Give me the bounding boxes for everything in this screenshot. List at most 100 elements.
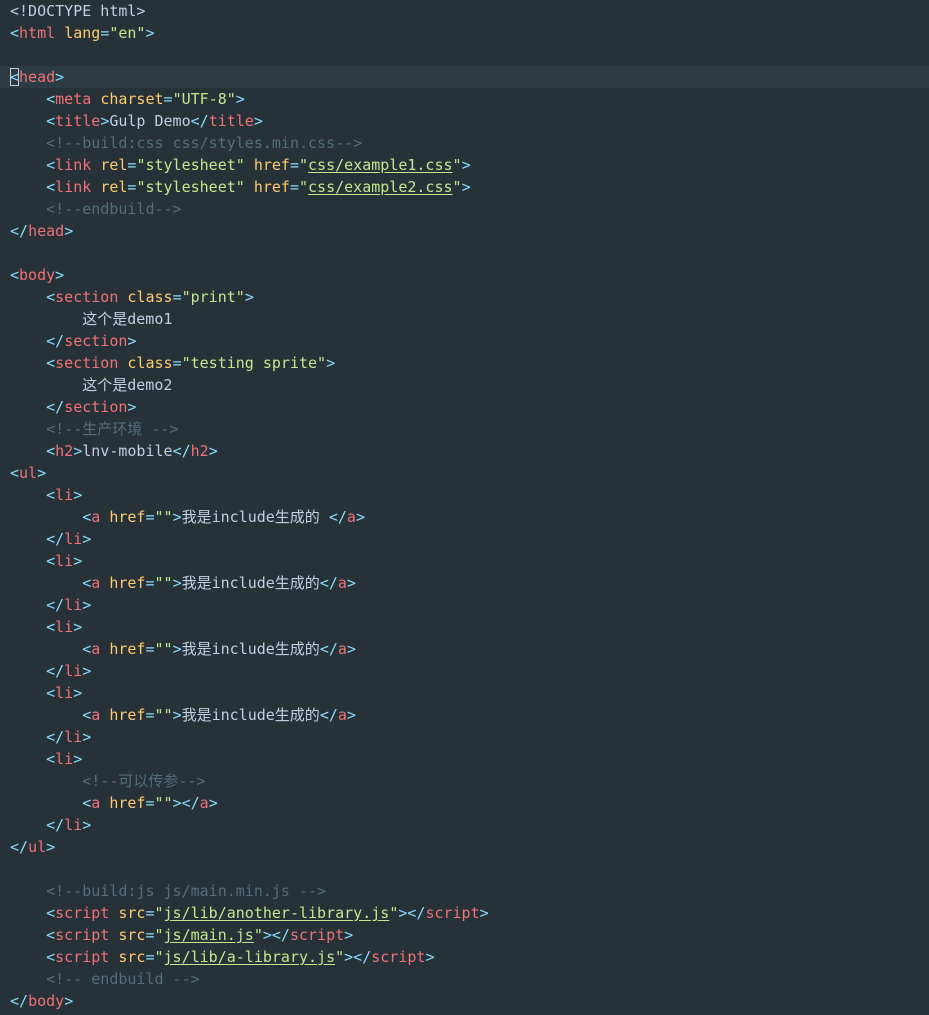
- code-line[interactable]: <!--endbuild-->: [0, 198, 929, 220]
- code-tag-name: li: [55, 618, 74, 636]
- code-line[interactable]: <a href="">我是include生成的 </a>: [0, 506, 929, 528]
- code-tag-name: script: [55, 948, 110, 966]
- code-attribute-name: class: [127, 354, 173, 372]
- code-punctuation: </: [46, 332, 65, 350]
- code-line[interactable]: <h2>lnv-mobile</h2>: [0, 440, 929, 462]
- code-line[interactable]: </li>: [0, 726, 929, 748]
- code-line[interactable]: </section>: [0, 330, 929, 352]
- code-line[interactable]: <li>: [0, 748, 929, 770]
- code-line-current[interactable]: <head>: [0, 66, 929, 88]
- code-punctuation: <: [46, 288, 56, 306]
- code-punctuation: >: [208, 442, 218, 460]
- code-line[interactable]: [0, 858, 929, 880]
- code-line[interactable]: <script src="js/lib/a-library.js"></scri…: [0, 946, 929, 968]
- code-tag-name: section: [64, 332, 128, 350]
- code-line[interactable]: <!--可以传参-->: [0, 770, 929, 792]
- code-punctuation: >: [37, 464, 47, 482]
- code-punctuation: <: [82, 574, 92, 592]
- code-line[interactable]: <a href="">我是include生成的</a>: [0, 638, 929, 660]
- code-line[interactable]: <li>: [0, 616, 929, 638]
- code-line[interactable]: 这个是demo2: [0, 374, 929, 396]
- code-string: ": [335, 948, 345, 966]
- code-punctuation: >: [346, 706, 356, 724]
- code-comment: <!-- endbuild -->: [46, 970, 200, 988]
- code-line[interactable]: </ul>: [0, 836, 929, 858]
- code-line[interactable]: <!--build:css css/styles.min.css-->: [0, 132, 929, 154]
- code-line[interactable]: <html lang="en">: [0, 22, 929, 44]
- code-line[interactable]: <a href="">我是include生成的</a>: [0, 704, 929, 726]
- code-line[interactable]: <section class="testing sprite">: [0, 352, 929, 374]
- code-punctuation: </: [46, 398, 65, 416]
- code-line[interactable]: <section class="print">: [0, 286, 929, 308]
- code-text: 这个是demo2: [82, 376, 173, 394]
- code-attribute-name: class: [127, 288, 173, 306]
- code-punctuation: >: [55, 266, 65, 284]
- code-tag-name: a: [337, 640, 347, 658]
- code-attribute-name: href: [109, 794, 146, 812]
- code-line[interactable]: <li>: [0, 484, 929, 506]
- code-line[interactable]: [0, 242, 929, 264]
- code-tag-name: link: [55, 178, 92, 196]
- code-line[interactable]: <!--生产环境 -->: [0, 418, 929, 440]
- code-tag-name: li: [55, 750, 74, 768]
- code-line[interactable]: 这个是demo1: [0, 308, 929, 330]
- code-line[interactable]: [0, 44, 929, 66]
- code-line[interactable]: </head>: [0, 220, 929, 242]
- code-line[interactable]: </li>: [0, 594, 929, 616]
- code-punctuation: ></: [344, 948, 372, 966]
- code-link: js/lib/another-library.js: [163, 904, 390, 922]
- code-string: "UTF-8": [172, 90, 236, 108]
- code-punctuation: >: [425, 948, 435, 966]
- code-line[interactable]: </section>: [0, 396, 929, 418]
- code-line[interactable]: <script src="js/main.js"></script>: [0, 924, 929, 946]
- code-line[interactable]: <!--build:js js/main.min.js -->: [0, 880, 929, 902]
- code-tag-name: title: [208, 112, 254, 130]
- code-tag-name: li: [64, 596, 83, 614]
- code-line[interactable]: <link rel="stylesheet" href="css/example…: [0, 154, 929, 176]
- code-tag-name: a: [199, 794, 209, 812]
- code-line[interactable]: </li>: [0, 660, 929, 682]
- code-line[interactable]: <link rel="stylesheet" href="css/example…: [0, 176, 929, 198]
- code-line[interactable]: <a href="">我是include生成的</a>: [0, 572, 929, 594]
- code-punctuation: >: [253, 112, 263, 130]
- code-line[interactable]: <ul>: [0, 462, 929, 484]
- code-line[interactable]: <body>: [0, 264, 929, 286]
- code-string: ": [299, 178, 309, 196]
- code-punctuation: ></: [398, 904, 426, 922]
- code-line[interactable]: </li>: [0, 814, 929, 836]
- code-line[interactable]: <li>: [0, 682, 929, 704]
- code-line[interactable]: <title>Gulp Demo</title>: [0, 110, 929, 132]
- code-string: "": [154, 640, 173, 658]
- code-line[interactable]: <!-- endbuild -->: [0, 968, 929, 990]
- code-line[interactable]: </li>: [0, 528, 929, 550]
- code-line[interactable]: <script src="js/lib/another-library.js">…: [0, 902, 929, 924]
- code-line[interactable]: <li>: [0, 550, 929, 572]
- code-tag-name: link: [55, 156, 92, 174]
- code-tag-name: li: [64, 662, 83, 680]
- code-line[interactable]: <a href=""></a>: [0, 792, 929, 814]
- code-punctuation: =: [145, 640, 155, 658]
- code-editor[interactable]: <!DOCTYPE html> <html lang="en"> <head> <m…: [0, 0, 929, 1015]
- code-line[interactable]: </body>: [0, 990, 929, 1012]
- code-attribute-name: rel: [100, 156, 128, 174]
- code-tag-name: section: [64, 398, 128, 416]
- code-line[interactable]: <meta charset="UTF-8">: [0, 88, 929, 110]
- code-tag-name: ul: [28, 838, 47, 856]
- code-line[interactable]: <!DOCTYPE html>: [0, 0, 929, 22]
- code-punctuation: =: [145, 904, 155, 922]
- code-string: "": [154, 508, 173, 526]
- code-tag-name: head: [19, 68, 56, 86]
- code-tag-name: a: [337, 706, 347, 724]
- code-punctuation: >: [172, 794, 182, 812]
